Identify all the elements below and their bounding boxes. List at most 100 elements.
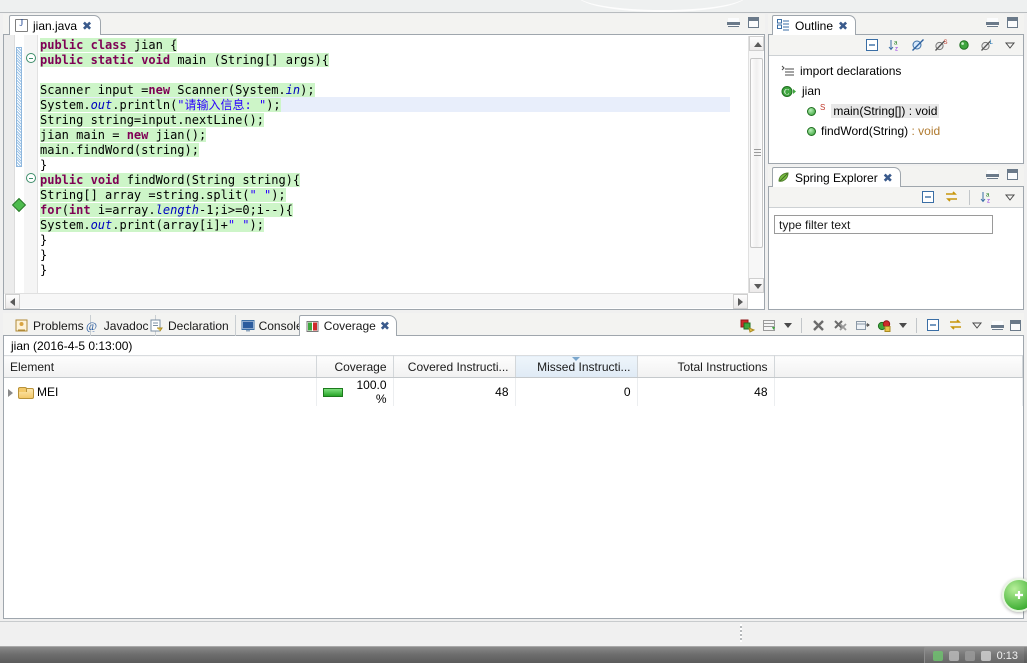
hide-static-fields-icon[interactable]: S <box>934 38 949 53</box>
editor-window-buttons <box>727 17 759 28</box>
scroll-right-icon[interactable] <box>733 294 748 309</box>
table-row[interactable]: MEI 100.0 % 48 0 48 <box>4 377 1023 406</box>
editor-tab-label: jian.java <box>33 18 78 33</box>
coverage-run-icon[interactable] <box>740 318 756 333</box>
tab-spring-explorer[interactable]: Spring Explorer ✖ <box>772 167 901 187</box>
close-icon[interactable]: ✖ <box>838 20 848 32</box>
link-with-selection-icon[interactable] <box>948 318 963 333</box>
remove-all-sessions-icon[interactable] <box>833 318 848 333</box>
fold-marker-main[interactable] <box>26 53 36 63</box>
code-line: jian main = new jian(); <box>40 128 730 143</box>
outline-item-label: findWord(String) : void <box>821 124 941 138</box>
tray-flag-icon[interactable] <box>980 650 991 661</box>
status-bar-drag-handle[interactable] <box>740 624 742 642</box>
console-icon <box>241 319 255 332</box>
code-token: .println( <box>112 98 178 112</box>
columns-dropdown-icon[interactable] <box>784 322 792 328</box>
code-token: " " <box>227 218 250 232</box>
hide-non-public-icon[interactable] <box>957 38 972 53</box>
minimize-icon[interactable] <box>986 18 999 27</box>
code-token: } <box>40 233 48 247</box>
code-token: i=array. <box>90 203 156 217</box>
collapse-all-icon[interactable] <box>926 318 941 333</box>
code-token: } <box>40 158 48 172</box>
column-header-4[interactable]: Total Instructions <box>637 355 775 378</box>
sort-alphabetically-icon[interactable]: az <box>888 38 903 53</box>
scroll-down-icon[interactable] <box>749 278 764 293</box>
method-public-icon <box>807 126 816 136</box>
vertical-scroll-thumb[interactable] <box>750 58 763 248</box>
eclipse-ide-window: jian.java ✖ public class jian {public st… <box>0 0 1027 663</box>
tab-problems[interactable]: Problems <box>9 315 91 336</box>
taskbar-clock[interactable]: 0:13 <box>997 650 1018 662</box>
scroll-left-icon[interactable] <box>5 294 20 309</box>
tab-outline[interactable]: Outline ✖ <box>772 15 857 35</box>
code-token: ); <box>266 98 281 112</box>
outline-tree[interactable]: import declarations Cjian Smain(String[]) … <box>769 57 1023 163</box>
hide-fields-icon[interactable] <box>911 38 926 53</box>
outline-item-3[interactable]: findWord(String) : void <box>769 121 1023 141</box>
outline-panel: Outline ✖ az S L import declarations C j… <box>768 14 1024 164</box>
hide-local-types-icon[interactable]: L <box>980 38 995 53</box>
code-token: out <box>90 218 113 232</box>
coverage-table[interactable]: Element Coverage Covered Instructi... Misse… <box>4 355 1023 406</box>
tray-volume-icon[interactable] <box>964 650 975 661</box>
view-menu-icon[interactable] <box>1003 38 1018 53</box>
sort-alphabetically-icon[interactable]: az <box>980 190 995 205</box>
column-header-1[interactable]: Coverage <box>316 355 394 378</box>
code-token: void <box>90 173 120 187</box>
export-session-icon[interactable] <box>877 318 892 333</box>
column-header-2[interactable]: Covered Instructi... <box>393 355 516 378</box>
code-token: String string=input.nextLine(); <box>40 113 264 127</box>
outline-item-0[interactable]: import declarations <box>769 61 1023 81</box>
tab-coverage[interactable]: Coverage ✖ <box>298 315 397 336</box>
maximize-icon[interactable] <box>1010 319 1021 331</box>
tray-shield-icon[interactable] <box>932 650 943 661</box>
scroll-up-icon[interactable] <box>749 36 764 51</box>
column-header-3[interactable]: Missed Instructi... <box>515 355 638 378</box>
filter-input[interactable]: type filter text <box>774 215 993 234</box>
minimize-icon[interactable] <box>991 320 1004 330</box>
minimize-icon[interactable] <box>986 170 999 179</box>
remove-session-icon[interactable] <box>811 318 826 333</box>
coverage-table-body[interactable]: MEI 100.0 % 48 0 48 <box>4 377 1023 406</box>
code-token: void <box>141 53 171 67</box>
tray-network-icon[interactable] <box>948 650 959 661</box>
editor-marker-gutter[interactable] <box>4 35 15 294</box>
source-code-area[interactable]: public class jian {public static void ma… <box>40 38 730 292</box>
collapse-all-icon[interactable] <box>921 190 936 205</box>
spring-explorer-panel: Spring Explorer ✖ az type filter text <box>768 166 1024 310</box>
system-tray: 0:13 <box>923 647 1024 663</box>
link-with-editor-icon[interactable] <box>944 190 959 205</box>
editor-vertical-scrollbar[interactable] <box>748 36 764 293</box>
collapse-all-icon[interactable] <box>865 38 880 53</box>
maximize-icon[interactable] <box>1007 17 1018 28</box>
code-line: String[] array =string.split(" "); <box>40 188 730 203</box>
view-menu-icon[interactable] <box>970 318 985 333</box>
tab-declaration[interactable]: Declaration <box>144 315 236 336</box>
minimize-icon[interactable] <box>727 18 740 27</box>
maximize-icon[interactable] <box>748 17 759 28</box>
export-dropdown-icon[interactable] <box>899 322 907 328</box>
spring-explorer-body: az type filter text <box>768 187 1024 310</box>
editor-tab-jian-java[interactable]: jian.java ✖ <box>9 15 102 35</box>
import-session-icon[interactable] <box>855 318 870 333</box>
column-header-0[interactable]: Element <box>4 355 317 378</box>
outline-item-1[interactable]: Cjian <box>769 81 1023 101</box>
svg-text:L: L <box>990 40 994 46</box>
close-icon[interactable]: ✖ <box>82 20 92 32</box>
toolbar-separator <box>969 189 970 205</box>
code-token: main.findWord(string); <box>40 143 199 157</box>
close-icon[interactable]: ✖ <box>883 172 893 184</box>
select-columns-icon[interactable] <box>762 318 777 333</box>
view-menu-icon[interactable] <box>1003 190 1018 205</box>
bottom-tab-row: Problems @ Javadoc Declaration Console Covera… <box>3 313 1024 336</box>
editor-folding-column[interactable] <box>24 35 38 294</box>
cell-element[interactable]: MEI <box>4 377 317 406</box>
outline-item-2[interactable]: Smain(String[]) : void <box>769 101 1023 121</box>
maximize-icon[interactable] <box>1007 169 1018 180</box>
close-icon[interactable]: ✖ <box>380 320 390 332</box>
editor-horizontal-scrollbar[interactable] <box>5 293 748 309</box>
fold-marker-findword[interactable] <box>26 173 36 183</box>
expand-arrow-icon[interactable] <box>8 388 13 397</box>
